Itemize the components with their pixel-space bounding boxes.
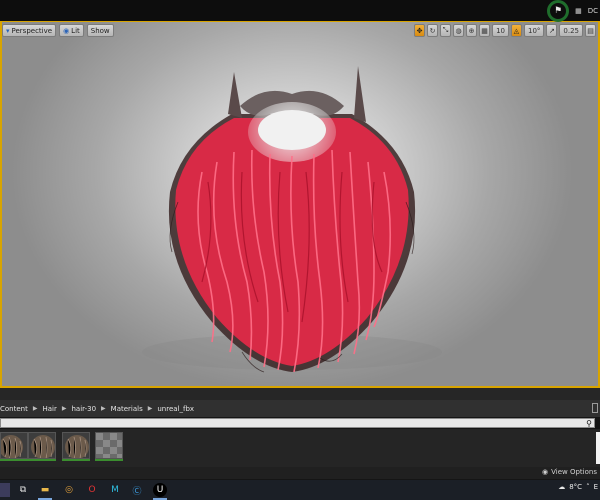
surface-snap-icon[interactable]: ⊕ [466, 24, 478, 37]
tray-letter[interactable]: E [594, 483, 598, 491]
hair-material-thumbnail [63, 433, 89, 458]
rotation-snap-value[interactable]: 10° [523, 24, 545, 37]
top-right-cluster: ⚑ ▦ DC [547, 0, 600, 22]
camera-speed-icon[interactable]: ▤ [585, 24, 596, 37]
search-icon: ⚲ [586, 419, 592, 428]
opera-icon[interactable]: O [85, 483, 99, 497]
c-app-icon[interactable]: Ⓒ [130, 483, 144, 497]
view-options-button[interactable]: ◉ View Options [542, 468, 597, 476]
task-view-icon[interactable]: ⧉ [16, 483, 30, 497]
breadcrumb-arrow-icon: ▶ [61, 405, 67, 412]
breadcrumb-item[interactable]: unreal_fbx [157, 405, 194, 413]
asset-thumbnail[interactable] [62, 432, 90, 459]
scale-snap-value[interactable]: 0.25 [559, 24, 583, 37]
scale-tool-icon[interactable]: ⤡ [440, 24, 452, 37]
dropdown-icon: ▾ [6, 26, 10, 35]
grid-icon[interactable]: ▦ [575, 7, 582, 15]
checker-texture-thumbnail [96, 433, 122, 458]
lit-button[interactable]: ◉ Lit [59, 24, 84, 37]
viewport-toolbar-right: ✥ ↻ ⤡ ◍ ⊕ ▦ 10 ◬ 10° ↗ 0.25 ▤ [414, 24, 596, 37]
start-avatar-icon[interactable] [0, 483, 10, 497]
view-options-label: View Options [551, 468, 597, 476]
asset-type-bar [0, 459, 28, 461]
breadcrumb-item[interactable]: hair-30 [71, 405, 96, 413]
editor-top-toolbar: ⚑ ▦ DC [0, 0, 600, 22]
rotate-tool-icon[interactable]: ↻ [427, 24, 439, 37]
scale-snap-icon[interactable]: ↗ [546, 24, 558, 37]
asset-type-bar [28, 459, 56, 461]
asset-type-bar [95, 459, 123, 461]
weather-icon[interactable]: ☁ [558, 483, 565, 491]
breadcrumb: Content ▶ Hair ▶ hair-30 ▶ Materials ▶ u… [0, 400, 600, 417]
beard-hair-render [142, 66, 442, 373]
breadcrumb-arrow-icon: ▶ [32, 405, 38, 412]
grid-snap-icon[interactable]: ▦ [479, 24, 491, 37]
asset-thumbnail[interactable] [28, 432, 56, 459]
hair-material-thumbnail [29, 433, 55, 458]
tray-expand-icon[interactable]: ˄ [586, 483, 590, 491]
grid-snap-value[interactable]: 10 [492, 24, 509, 37]
show-button[interactable]: Show [86, 24, 114, 37]
asset-grid [0, 429, 600, 467]
asset-thumbnail[interactable] [95, 432, 123, 459]
chrome-icon[interactable]: ◎ [62, 483, 76, 497]
breadcrumb-item[interactable]: Hair [42, 405, 56, 413]
select-tool-icon[interactable]: ✥ [414, 24, 426, 37]
breadcrumb-arrow-icon: ▶ [101, 405, 106, 412]
content-browser-footer [0, 467, 600, 479]
world-icon[interactable]: ◍ [453, 24, 465, 37]
content-browser-header [0, 388, 600, 400]
m-app-icon[interactable]: M [108, 483, 122, 497]
breadcrumb-arrow-icon: ▶ [147, 405, 153, 412]
breadcrumb-item[interactable]: Materials [111, 405, 143, 413]
rotation-snap-icon[interactable]: ◬ [510, 24, 522, 37]
perspective-label: Perspective [11, 26, 53, 35]
asset-thumbnail[interactable] [0, 432, 28, 459]
search-input[interactable]: ⚲ [0, 418, 595, 428]
viewport-toolbar-left: ▾ Perspective ◉ Lit Show [2, 24, 114, 38]
panel-lock-icon[interactable] [592, 403, 598, 413]
system-tray: ☁ 8°C ˄ E [558, 483, 598, 491]
lit-sphere-icon: ◉ [63, 26, 70, 35]
eye-icon: ◉ [542, 468, 549, 476]
hair-material-thumbnail [1, 433, 27, 458]
unreal-engine-icon[interactable]: U [153, 483, 167, 497]
side-panel-edge [596, 432, 600, 464]
breadcrumb-item[interactable]: Content [0, 405, 28, 413]
perspective-button[interactable]: ▾ Perspective [2, 24, 57, 37]
file-explorer-icon[interactable]: ▬ [38, 483, 52, 497]
top-right-label[interactable]: DC [588, 7, 598, 15]
lit-label: Lit [71, 26, 80, 35]
asset-type-bar [62, 459, 90, 461]
temperature-label[interactable]: 8°C [569, 483, 582, 491]
level-viewport[interactable]: ▾ Perspective ◉ Lit Show ✥ ↻ ⤡ ◍ ⊕ ▦ 10 … [0, 22, 600, 386]
show-label: Show [90, 26, 110, 35]
record-ring-icon[interactable]: ⚑ [547, 0, 570, 22]
